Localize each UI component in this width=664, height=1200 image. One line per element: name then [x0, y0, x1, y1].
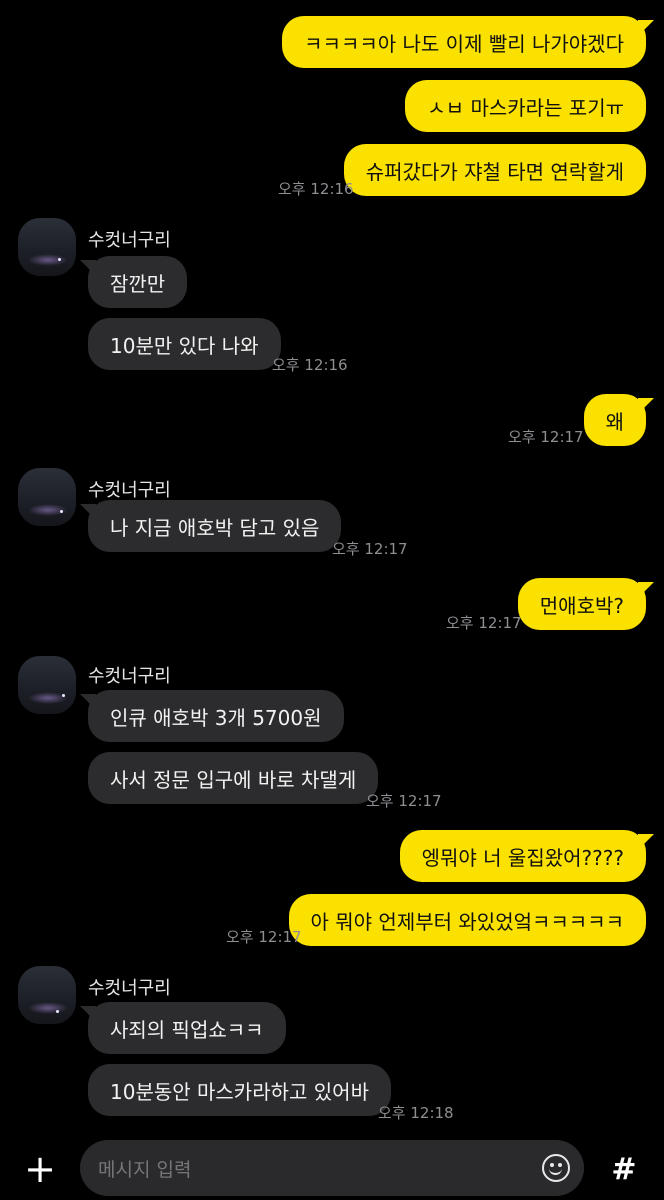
- message-bubble-mine[interactable]: 아 뭐야 언제부터 와있었엌ㅋㅋㅋㅋㅋ: [288, 894, 646, 946]
- bubble-tail: [638, 834, 654, 850]
- contact-avatar[interactable]: [18, 218, 76, 276]
- emoji-mouth: [549, 1168, 562, 1175]
- emoji-icon[interactable]: [542, 1154, 570, 1182]
- message-bubble-other[interactable]: 나 지금 애호박 담고 있음: [88, 500, 342, 552]
- message-bubble-other[interactable]: 인큐 애호박 3개 5700원: [88, 690, 344, 742]
- contact-avatar[interactable]: [18, 966, 76, 1024]
- sender-name: 수컷너구리: [88, 480, 171, 501]
- message-bubble-other[interactable]: 사죄의 픽업쇼ㅋㅋ: [88, 1002, 286, 1054]
- avatar-photo-light: [62, 694, 65, 697]
- message-bubble-mine[interactable]: 왜: [583, 394, 646, 446]
- add-attachment-button[interactable]: +: [18, 1147, 62, 1191]
- message-bubble-mine[interactable]: ㅅㅂ 마스카라는 포기ㅠ: [405, 80, 646, 132]
- message-bubble-mine[interactable]: 먼애호박?: [517, 578, 646, 630]
- message-bubble-mine[interactable]: ㅋㅋㅋㅋ아 나도 이제 빨리 나가야겠다: [282, 16, 646, 68]
- message-bubble-other[interactable]: 10분만 있다 나와: [88, 318, 281, 370]
- message-bubble-other[interactable]: 10분동안 마스카라하고 있어바: [88, 1064, 391, 1116]
- message-timestamp: 오후 12:16: [272, 356, 348, 374]
- message-timestamp: 오후 12:18: [378, 1104, 454, 1122]
- sender-name: 수컷너구리: [88, 978, 171, 999]
- contact-avatar[interactable]: [18, 656, 76, 714]
- message-bubble-other[interactable]: 사서 정문 입구에 바로 차댈게: [88, 752, 379, 804]
- contact-avatar[interactable]: [18, 468, 76, 526]
- emoji-eye-right: [558, 1163, 562, 1167]
- message-input[interactable]: 메시지 입력: [80, 1140, 584, 1196]
- hash-icon[interactable]: #: [604, 1149, 644, 1189]
- avatar-photo-light: [60, 510, 63, 513]
- message-bubble-mine[interactable]: 엥뭐야 너 울집왔어????: [399, 830, 646, 882]
- avatar-photo-glow: [28, 254, 68, 266]
- sender-name: 수컷너구리: [88, 230, 171, 251]
- avatar-photo-light: [56, 1010, 59, 1013]
- message-bubble-mine[interactable]: 슈퍼갔다가 쟈철 타면 연락할게: [343, 144, 646, 196]
- message-timestamp: 오후 12:16: [278, 180, 354, 198]
- message-bubble-other[interactable]: 잠깐만: [88, 256, 188, 308]
- message-timestamp: 오후 12:17: [332, 540, 408, 558]
- message-timestamp: 오후 12:17: [366, 792, 442, 810]
- bubble-tail: [638, 582, 654, 598]
- message-timestamp: 오후 12:17: [508, 428, 584, 446]
- message-timestamp: 오후 12:17: [226, 928, 302, 946]
- message-timestamp: 오후 12:17: [446, 614, 522, 632]
- plus-icon: +: [24, 1147, 56, 1191]
- sender-name: 수컷너구리: [88, 666, 171, 687]
- avatar-photo-light: [58, 258, 61, 261]
- avatar-photo-glow: [28, 1002, 68, 1014]
- emoji-eye-left: [550, 1163, 554, 1167]
- message-input-placeholder: 메시지 입력: [98, 1159, 192, 1181]
